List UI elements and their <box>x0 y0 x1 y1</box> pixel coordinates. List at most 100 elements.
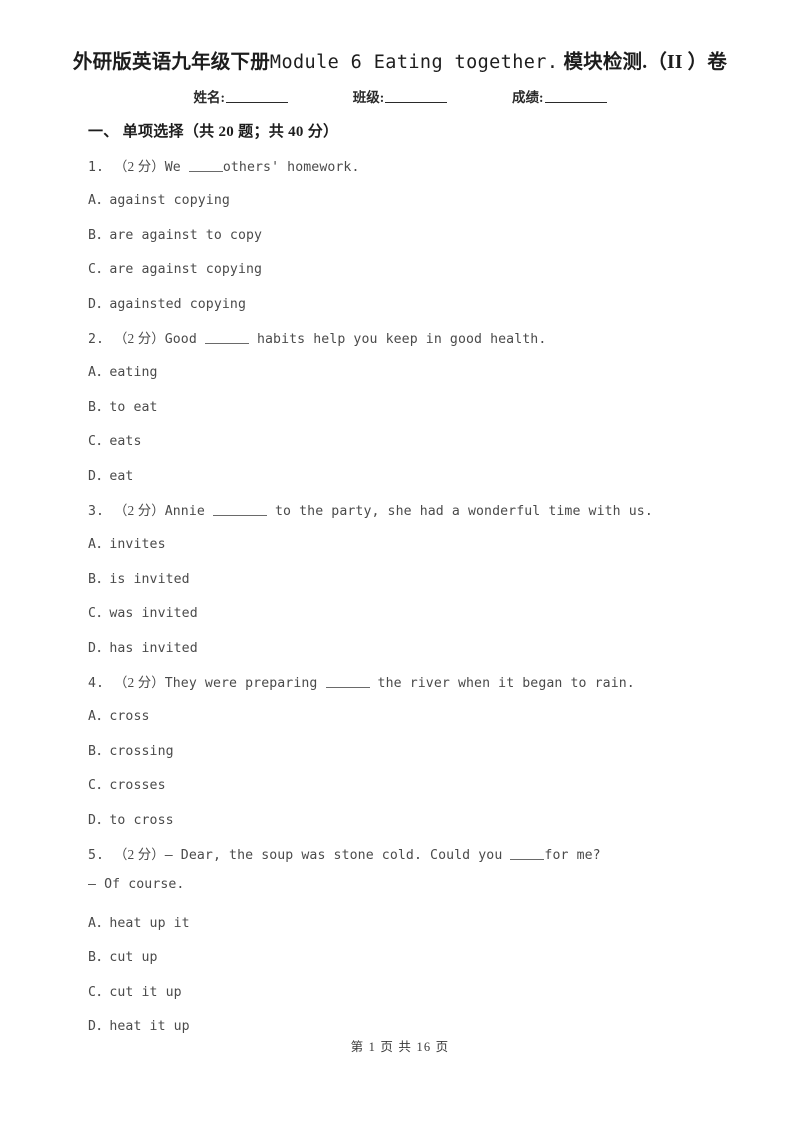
question-stem: 3. （2 分）Annie to the party, she had a won… <box>88 499 653 519</box>
option-letter: C． <box>88 778 110 794</box>
option-text: eat <box>109 468 134 484</box>
answer-blank[interactable] <box>325 676 370 688</box>
option-a[interactable]: A．eating <box>88 361 158 380</box>
question-number: 3. <box>88 504 105 519</box>
option-letter: C． <box>88 262 110 278</box>
option-letter: D． <box>88 468 110 484</box>
option-text: heat it up <box>109 1019 190 1034</box>
answer-blank[interactable] <box>204 332 249 344</box>
title-latin: Module 6 Eating together. <box>269 52 559 73</box>
option-d[interactable]: D．has invited <box>88 637 198 656</box>
option-letter: D． <box>88 1019 110 1034</box>
title-suffix-cjk: 模块检测.（II ）卷 <box>563 52 728 73</box>
question-score: （2 分） <box>114 503 165 518</box>
option-letter: A． <box>88 365 110 381</box>
question-score: （2 分） <box>114 847 165 862</box>
option-letter: C． <box>88 434 110 450</box>
option-c[interactable]: C．eats <box>88 430 142 449</box>
option-letter: B． <box>88 743 110 759</box>
page-title: 外研版英语九年级下册Module 6 Eating together. 模块检测… <box>0 45 800 74</box>
question-stem: 1. （2 分）We others' homework. <box>88 155 360 175</box>
question-stem: 4. （2 分）They were preparing the river whe… <box>88 671 635 691</box>
class-label: 班级: <box>352 90 385 105</box>
question-text-after-blank: habits help you keep in good health. <box>248 332 547 347</box>
option-d[interactable]: D．eat <box>88 465 133 484</box>
title-prefix-cjk: 外研版英语九年级下册 <box>72 52 270 73</box>
option-text: eating <box>109 365 158 381</box>
question-text-before-blank: — Dear, the soup was stone cold. Could y… <box>164 848 511 863</box>
answer-blank[interactable] <box>510 848 545 860</box>
option-c[interactable]: C．was invited <box>88 602 198 621</box>
option-text: eats <box>109 434 142 450</box>
class-field: 班级: <box>353 86 448 106</box>
option-a[interactable]: A．invites <box>88 533 166 552</box>
option-letter: B． <box>88 571 110 587</box>
option-d[interactable]: D．to cross <box>88 809 174 828</box>
question-score: （2 分） <box>114 675 165 690</box>
question-number: 5. <box>88 848 105 863</box>
question-score: （2 分） <box>114 159 165 174</box>
question-text-before-blank: Good <box>164 332 205 347</box>
answer-blank[interactable] <box>188 160 223 172</box>
option-text: are against to copy <box>109 227 263 243</box>
option-b[interactable]: B．crossing <box>88 740 174 759</box>
option-letter: B． <box>88 399 110 415</box>
option-text: heat up it <box>109 915 190 931</box>
option-text: crossing <box>109 743 174 759</box>
option-text: cut up <box>109 950 158 966</box>
option-letter: D． <box>88 812 110 828</box>
option-b[interactable]: B．to eat <box>88 396 158 415</box>
option-text: crosses <box>109 778 166 794</box>
name-label: 姓名: <box>193 90 226 105</box>
option-text: to eat <box>109 399 158 415</box>
option-letter: A． <box>88 709 110 725</box>
question-text-after-blank: the river when it began to rain. <box>369 676 635 691</box>
option-b[interactable]: B．is invited <box>88 568 190 587</box>
answer-blank[interactable] <box>212 504 267 516</box>
question-stem: 5. （2 分）— Dear, the soup was stone cold. … <box>88 843 601 863</box>
exam-page: 外研版英语九年级下册Module 6 Eating together. 模块检测… <box>0 0 800 1132</box>
option-b[interactable]: B．are against to copy <box>88 224 262 243</box>
option-text: are against copying <box>109 262 263 278</box>
option-text: cut it up <box>109 984 182 1000</box>
question-score: （2 分） <box>114 331 165 346</box>
student-info-line: 姓名: 班级: 成绩: <box>0 86 800 106</box>
question-text-before-blank: They were preparing <box>164 676 326 691</box>
option-c[interactable]: C．cut it up <box>88 981 182 1000</box>
score-label: 成绩: <box>512 90 544 105</box>
class-input-blank[interactable] <box>385 90 448 103</box>
option-d[interactable]: D．heat it up <box>88 1015 190 1034</box>
question-stem: 2. （2 分）Good habits help you keep in good… <box>88 327 546 347</box>
option-a[interactable]: A．against copying <box>88 189 230 208</box>
question-text-after-blank: to the party, she had a wonderful time w… <box>266 504 653 519</box>
option-letter: D． <box>88 640 110 656</box>
option-c[interactable]: C．crosses <box>88 774 166 793</box>
option-a[interactable]: A．cross <box>88 705 150 724</box>
score-field: 成绩: <box>512 86 607 106</box>
option-text: to cross <box>109 812 174 828</box>
option-letter: A． <box>88 915 110 931</box>
question-text-after-blank: others' homework. <box>222 160 360 175</box>
score-input-blank[interactable] <box>544 90 607 103</box>
option-letter: B． <box>88 227 110 243</box>
option-text: is invited <box>109 571 190 587</box>
question-text-before-blank: Annie <box>164 504 213 519</box>
option-text: has invited <box>109 640 198 656</box>
name-input-blank[interactable] <box>226 90 288 103</box>
option-text: invites <box>109 537 166 553</box>
question-stem-line2: — Of course. <box>88 877 185 893</box>
option-letter: A． <box>88 193 110 209</box>
option-c[interactable]: C．are against copying <box>88 258 262 277</box>
question-text-before-blank: We <box>164 160 189 175</box>
option-text: against copying <box>109 193 230 209</box>
option-d[interactable]: D．againsted copying <box>88 293 246 312</box>
option-a[interactable]: A．heat up it <box>88 912 190 931</box>
option-letter: D． <box>88 296 110 312</box>
option-b[interactable]: B．cut up <box>88 946 158 965</box>
page-footer: 第 1 页 共 16 页 <box>350 1040 450 1054</box>
name-field: 姓名: <box>193 86 288 106</box>
question-number: 2. <box>88 332 105 347</box>
option-text: was invited <box>109 606 198 622</box>
option-letter: A． <box>88 537 110 553</box>
question-number: 1. <box>88 160 105 175</box>
